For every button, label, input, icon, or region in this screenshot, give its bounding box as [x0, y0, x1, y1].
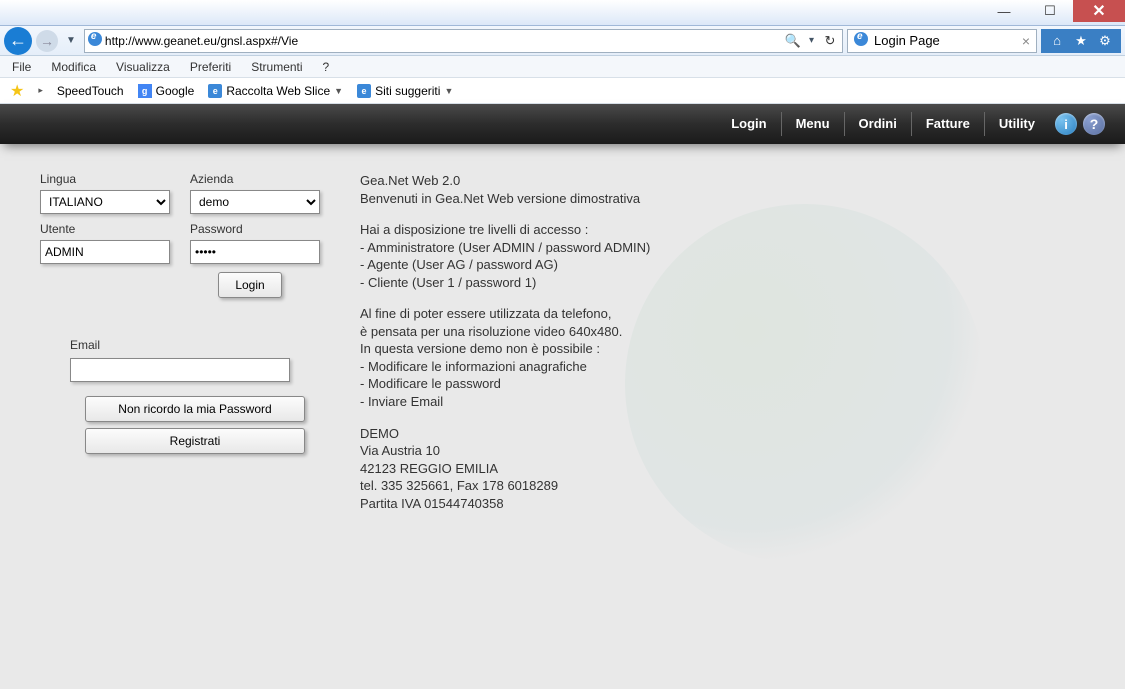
menu-help[interactable]: ?	[323, 60, 330, 74]
address-bar: 🔍 ▾ ↻	[84, 29, 843, 53]
nav-utility[interactable]: Utility	[984, 112, 1049, 136]
tab-title: Login Page	[874, 33, 940, 48]
maximize-button[interactable]: ☐	[1027, 0, 1073, 22]
menu-strumenti[interactable]: Strumenti	[251, 60, 302, 74]
info-p4: DEMO Via Austria 10 42123 REGGIO EMILIA …	[360, 425, 1085, 513]
search-icon[interactable]: 🔍	[781, 33, 805, 49]
fav-siti[interactable]: eSiti suggeriti ▼	[357, 84, 453, 98]
menu-preferiti[interactable]: Preferiti	[190, 60, 231, 74]
page-content: Lingua ITALIANO Azienda demo Utente Pass…	[0, 144, 1125, 689]
forward-button[interactable]: →	[36, 30, 58, 52]
menu-modifica[interactable]: Modifica	[51, 60, 96, 74]
window-titlebar: — ☐ ✕	[0, 0, 1125, 26]
app-header: Login Menu Ordini Fatture Utility i ?	[0, 104, 1125, 144]
register-button[interactable]: Registrati	[85, 428, 305, 454]
home-icon[interactable]: ⌂	[1049, 33, 1065, 49]
favorites-icon[interactable]: ★	[1073, 33, 1089, 49]
fav-dropdown-icon[interactable]: ▸	[38, 85, 43, 96]
utente-input[interactable]	[40, 240, 170, 264]
email-input[interactable]	[70, 358, 290, 382]
close-button[interactable]: ✕	[1073, 0, 1125, 22]
nav-history-dropdown[interactable]: ▼	[62, 35, 80, 46]
password-label: Password	[190, 222, 320, 236]
utente-label: Utente	[40, 222, 170, 236]
tab-icon	[854, 32, 868, 49]
url-input[interactable]	[105, 34, 781, 48]
login-form: Lingua ITALIANO Azienda demo Utente Pass…	[40, 172, 320, 661]
forgot-password-button[interactable]: Non ricordo la mia Password	[85, 396, 305, 422]
back-button[interactable]: ←	[4, 27, 32, 55]
nav-login[interactable]: Login	[717, 112, 780, 136]
info-p1: Gea.Net Web 2.0 Benvenuti in Gea.Net Web…	[360, 172, 1085, 207]
info-p3: Al fine di poter essere utilizzata da te…	[360, 305, 1085, 410]
lingua-label: Lingua	[40, 172, 170, 186]
menu-visualizza[interactable]: Visualizza	[116, 60, 170, 74]
email-label: Email	[70, 338, 320, 352]
site-icon	[85, 32, 105, 49]
lingua-select[interactable]: ITALIANO	[40, 190, 170, 214]
fav-raccolta[interactable]: eRaccolta Web Slice ▼	[208, 84, 343, 98]
login-button[interactable]: Login	[218, 272, 281, 298]
minimize-button[interactable]: —	[981, 0, 1027, 22]
favorites-bar: ★ ▸ SpeedTouch gGoogle eRaccolta Web Sli…	[0, 78, 1125, 104]
nav-fatture[interactable]: Fatture	[911, 112, 984, 136]
tab-close-button[interactable]: ×	[1022, 33, 1030, 49]
info-icon[interactable]: i	[1055, 113, 1077, 135]
info-p2: Hai a disposizione tre livelli di access…	[360, 221, 1085, 291]
password-input[interactable]	[190, 240, 320, 264]
browser-control-icons: ⌂ ★ ⚙	[1041, 29, 1121, 53]
fav-speedtouch[interactable]: SpeedTouch	[57, 84, 124, 98]
azienda-select[interactable]: demo	[190, 190, 320, 214]
refresh-button[interactable]: ↻	[818, 33, 842, 49]
menu-file[interactable]: File	[12, 60, 31, 74]
addr-dropdown[interactable]: ▾	[805, 35, 818, 46]
info-text: Gea.Net Web 2.0 Benvenuti in Gea.Net Web…	[360, 172, 1085, 661]
help-icon[interactable]: ?	[1083, 113, 1105, 135]
nav-ordini[interactable]: Ordini	[844, 112, 911, 136]
browser-nav-row: ← → ▼ 🔍 ▾ ↻ Login Page × ⌂ ★ ⚙	[0, 26, 1125, 56]
fav-google[interactable]: gGoogle	[138, 84, 195, 98]
add-favorite-icon[interactable]: ★	[10, 81, 24, 101]
azienda-label: Azienda	[190, 172, 320, 186]
nav-menu[interactable]: Menu	[781, 112, 844, 136]
tools-icon[interactable]: ⚙	[1097, 33, 1113, 49]
browser-tab[interactable]: Login Page ×	[847, 29, 1037, 53]
browser-menu-bar: File Modifica Visualizza Preferiti Strum…	[0, 56, 1125, 78]
